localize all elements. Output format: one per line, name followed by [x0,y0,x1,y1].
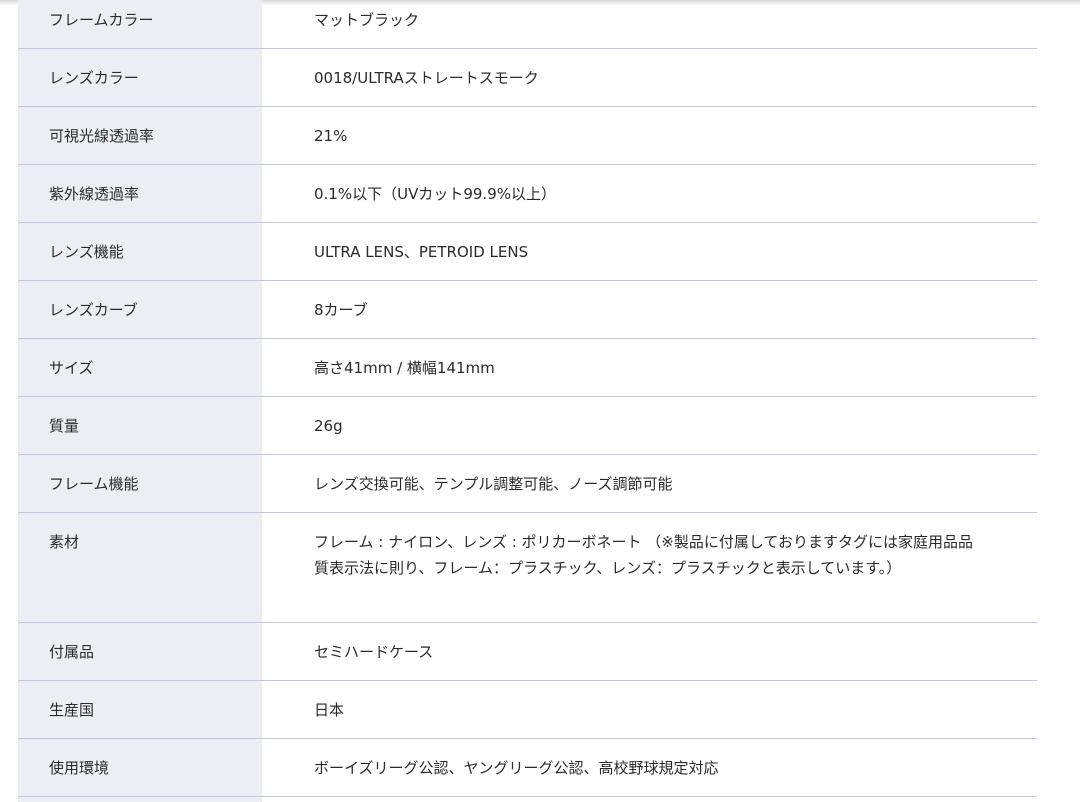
spec-label: サイズ [18,338,262,397]
spec-row-country: 生産国 日本 [18,680,1037,739]
spec-row-frame-function: フレーム機能 レンズ交換可能、テンプル調整可能、ノーズ調節可能 [18,454,1037,513]
spec-label: 付属品 [18,622,262,681]
spec-label: 使用環境 [18,738,262,797]
spec-row-frame-color: フレームカラー マットブラック [18,0,1037,49]
spec-value: 8カーブ [262,280,1037,339]
spec-value: フレーム : ナイロン、レンズ : ポリカーボネート （※製品に付属しております… [262,512,1037,623]
spec-value: 0.1%以下（UVカット99.9%以上） [262,164,1037,223]
spec-row-lens-function: レンズ機能 ULTRA LENS、PETROID LENS [18,222,1037,281]
spec-row-material: 素材 フレーム : ナイロン、レンズ : ポリカーボネート （※製品に付属してお… [18,512,1037,623]
spec-label: 生産国 [18,680,262,739]
spec-label: 可視光線透過率 [18,106,262,165]
spec-label: 質量 [18,396,262,455]
spec-row-uv: 紫外線透過率 0.1%以下（UVカット99.9%以上） [18,164,1037,223]
spec-row-lens-color: レンズカラー 0018/ULTRAストレートスモーク [18,48,1037,107]
spec-label-stub [18,796,262,802]
spec-label: 紫外線透過率 [18,164,262,223]
spec-value: 日本 [262,680,1037,739]
spec-label: レンズカラー [18,48,262,107]
spec-value: ボーイズリーグ公認、ヤングリーグ公認、高校野球規定対応 [262,738,1037,797]
spec-row-size: サイズ 高さ41mm / 横幅141mm [18,338,1037,397]
spec-label: フレーム機能 [18,454,262,513]
spec-value: マットブラック [262,0,1037,49]
spec-value: 0018/ULTRAストレートスモーク [262,48,1037,107]
spec-row-lens-curve: レンズカーブ 8カーブ [18,280,1037,339]
spec-label: 素材 [18,512,262,623]
spec-row-weight: 質量 26g [18,396,1037,455]
spec-value: 21% [262,106,1037,165]
spec-table: フレームカラー マットブラック レンズカラー 0018/ULTRAストレートスモ… [18,0,1037,802]
spec-value-stub [262,797,1037,802]
spec-value: 高さ41mm / 横幅141mm [262,338,1037,397]
spec-value: セミハードケース [262,622,1037,681]
spec-row-accessories: 付属品 セミハードケース [18,622,1037,681]
spec-value: レンズ交換可能、テンプル調整可能、ノーズ調節可能 [262,454,1037,513]
spec-row-usage: 使用環境 ボーイズリーグ公認、ヤングリーグ公認、高校野球規定対応 [18,738,1037,797]
spec-row-next [18,796,1037,802]
spec-label: レンズ機能 [18,222,262,281]
spec-label: フレームカラー [18,0,262,49]
spec-value: ULTRA LENS、PETROID LENS [262,222,1037,281]
spec-row-visible-light: 可視光線透過率 21% [18,106,1037,165]
spec-label: レンズカーブ [18,280,262,339]
spec-value: 26g [262,396,1037,455]
